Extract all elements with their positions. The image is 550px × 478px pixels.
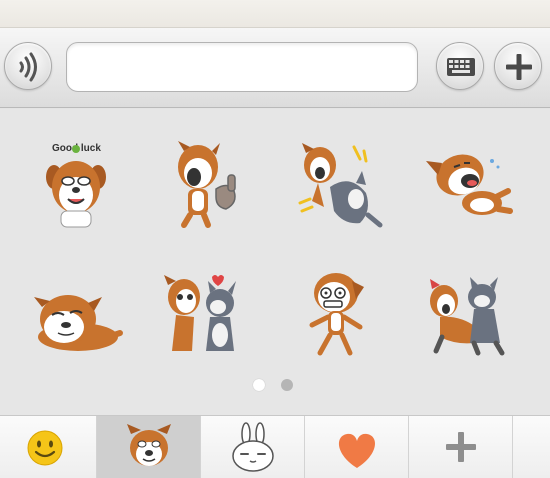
- add-sticker-plus-icon: [446, 432, 476, 462]
- sticker-category-tab-bar: [0, 415, 550, 478]
- sticker-panel: Good luck: [0, 109, 550, 415]
- smiley-icon: [27, 430, 63, 466]
- sticker-laughing-rolling-dog[interactable]: [420, 137, 516, 233]
- tab-bunny-stickers[interactable]: [201, 416, 305, 478]
- sticker-lying-sleepy-dog[interactable]: [28, 267, 124, 363]
- heart-icon: [338, 433, 376, 468]
- message-input-bar: [0, 28, 550, 108]
- page-dot-2[interactable]: [281, 379, 293, 391]
- sticker-dancing-dog[interactable]: [290, 267, 386, 363]
- plus-icon: [506, 54, 532, 80]
- page-dot-1-active[interactable]: [253, 379, 265, 391]
- sticker-kissing-cat-dog[interactable]: [158, 267, 254, 363]
- tab-add-stickers[interactable]: [409, 416, 513, 478]
- tab-heart-stickers[interactable]: [305, 416, 409, 478]
- tab-dog-stickers[interactable]: [97, 416, 201, 478]
- good-luck-dog-icon: Good luck: [46, 143, 106, 228]
- dancing-dog-icon: [309, 273, 364, 356]
- kissing-cat-dog-icon: [164, 275, 236, 351]
- message-input[interactable]: [66, 42, 418, 92]
- keyboard-icon: [447, 58, 475, 76]
- keyboard-button[interactable]: [436, 42, 484, 90]
- more-button[interactable]: [494, 42, 542, 90]
- sticker-thumbs-up-dog[interactable]: [158, 137, 254, 233]
- lying-sleepy-dog-icon: [34, 295, 123, 351]
- tab-overflow[interactable]: [513, 416, 550, 478]
- dog-face-icon: [127, 424, 171, 466]
- cat-fight-dog-icon: [298, 143, 383, 228]
- voice-button[interactable]: [4, 42, 52, 90]
- tab-emoji[interactable]: [0, 416, 97, 478]
- bunny-icon: [232, 422, 274, 472]
- page-indicator: [0, 377, 550, 393]
- laughing-rolling-dog-icon: [426, 154, 513, 215]
- sticker-cat-fight-dog[interactable]: [290, 137, 386, 233]
- thumbs-up-dog-icon: [178, 141, 236, 228]
- dog-and-cat-hug-icon: [430, 277, 505, 356]
- sticker-good-luck-dog[interactable]: Good luck: [28, 137, 124, 233]
- voice-wave-icon: [19, 52, 37, 82]
- sticker-dog-and-cat-hug[interactable]: [420, 267, 516, 363]
- chat-area-edge: [0, 0, 550, 28]
